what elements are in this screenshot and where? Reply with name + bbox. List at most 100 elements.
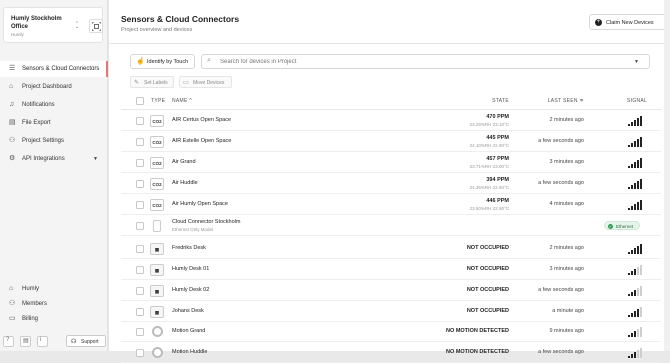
device-search[interactable]: ⌕ ▼ (201, 54, 650, 69)
col-name[interactable]: NAME ^ (172, 98, 192, 104)
device-readings: 24.10%RH 22.90°C (469, 143, 509, 148)
signal-bar (631, 163, 633, 168)
last-seen: a few seconds ago (538, 349, 584, 355)
col-state[interactable]: STATE (492, 98, 509, 104)
device-name[interactable]: Air Humly Open Space (172, 201, 228, 207)
device-name[interactable]: Motion Grand (172, 328, 205, 334)
sidebar-item-api-integrations[interactable]: ⚙ API Integrations ▼ (0, 151, 108, 167)
sidebar-item-members[interactable]: ⚇ Members (0, 296, 108, 312)
signal-bar (628, 293, 630, 296)
row-checkbox[interactable] (136, 221, 144, 230)
device-name[interactable]: Humly Desk 02 (172, 287, 209, 293)
sidebar-item-label: Project Dashboard (22, 83, 72, 90)
scan-qr-button[interactable] (89, 19, 103, 33)
signal-bar (631, 332, 633, 337)
select-all-checkbox[interactable] (136, 97, 144, 105)
row-checkbox[interactable] (136, 158, 144, 167)
device-state: NOT OCCUPIED (466, 287, 509, 293)
row-checkbox[interactable] (136, 116, 144, 125)
last-seen: a few seconds ago (538, 287, 584, 293)
signal-bar (640, 347, 642, 358)
file-icon: ▤ (9, 119, 16, 126)
sidebar-item-project-dashboard[interactable]: ⌂ Project Dashboard (0, 79, 108, 95)
device-name[interactable]: Fredriks Desk (172, 245, 206, 251)
table-row[interactable]: CO2 Air Grand 457 PPM 23.71%RH 23.00°C 3 mi… (121, 152, 661, 173)
desk-sensor-icon: ▦ (150, 284, 164, 297)
main-panel: Sensors & Cloud Connectors Project overv… (108, 0, 670, 363)
table-row[interactable]: ▦ Johans Desk NOT OCCUPIED a minute ago (121, 301, 661, 322)
row-checkbox[interactable] (136, 348, 144, 357)
help-icon[interactable]: ? (3, 335, 14, 347)
device-name[interactable]: Humly Desk 01 (172, 266, 209, 272)
row-checkbox[interactable] (136, 137, 144, 146)
last-seen: 4 minutes ago (549, 201, 584, 207)
table-row[interactable]: CO2 AIR Estelle Open Space 445 PPM 24.10%R… (121, 131, 661, 152)
table-row[interactable]: CO2 Air Humly Open Space 446 PPM 23.60%RH … (121, 194, 661, 215)
row-checkbox[interactable] (136, 179, 144, 188)
row-checkbox[interactable] (136, 286, 144, 295)
device-name[interactable]: Air Grand (172, 159, 196, 165)
col-type[interactable]: TYPE (151, 98, 165, 104)
table-row[interactable]: CO2 AIR Certus Open Space 470 PPM 23.29%RH… (121, 110, 661, 131)
sidebar-item-humly[interactable]: ⌂ Humly (0, 281, 108, 297)
row-checkbox[interactable] (136, 307, 144, 316)
motion-sensor-icon (152, 347, 163, 358)
device-name[interactable]: AIR Estelle Open Space (172, 138, 231, 144)
table-row[interactable]: CO2 Air Huddle 394 PPM 24.35%RH 22.60°C a f… (121, 173, 661, 194)
co2-sensor-icon: CO2 (150, 198, 164, 211)
table-row[interactable]: ▦ Humly Desk 01 NOT OCCUPIED 3 minutes ago (121, 259, 661, 280)
set-labels-button[interactable]: ✎ Set Labels (130, 76, 174, 88)
device-state: 446 PPM (486, 197, 509, 204)
table-row[interactable]: ▦ Fredriks Desk NOT OCCUPIED 2 minutes ago (121, 238, 661, 259)
sidebar-footer: ? ▤ i ☊ Support (3, 334, 106, 348)
table-row[interactable]: ▦ Humly Desk 02 NOT OCCUPIED a few seconds … (121, 280, 661, 301)
project-switcher[interactable]: Humly Stockholm Office Humly ⌃ ⌄ (3, 7, 103, 43)
signal-bar (628, 334, 630, 337)
table-row[interactable]: Motion Huddle NO MOTION DETECTED a few sec… (121, 342, 661, 363)
col-name-label: NAME (172, 98, 188, 104)
search-input[interactable] (220, 59, 620, 65)
device-name[interactable]: Air Huddle (172, 180, 198, 186)
device-name[interactable]: Motion Huddle (172, 349, 207, 355)
signal-bar (634, 351, 636, 358)
sidebar-item-file-export[interactable]: ▤ File Export (0, 115, 108, 131)
headset-icon: ☊ (71, 339, 77, 345)
table-row[interactable]: Cloud Connector Stockholm Ethernet Only … (121, 215, 661, 236)
signal-bar (628, 144, 630, 147)
device-name[interactable]: Johans Desk (172, 308, 204, 314)
row-checkbox[interactable] (136, 200, 144, 209)
chevron-updown-icon: ⌃ ⌄ (75, 21, 80, 30)
device-state: 394 PPM (486, 176, 509, 183)
docs-icon[interactable]: ▤ (20, 335, 31, 347)
support-button[interactable]: ☊ Support (66, 335, 106, 347)
row-checkbox[interactable] (136, 244, 144, 253)
claim-new-devices-button[interactable]: + Claim New Devices (589, 14, 666, 30)
signal-strength-icon (628, 243, 642, 254)
table-row[interactable]: Motion Grand NO MOTION DETECTED 9 minutes … (121, 321, 661, 342)
row-checkbox[interactable] (136, 327, 144, 336)
device-readings: 23.71%RH 23.00°C (469, 164, 509, 169)
cloud-connector-icon (153, 219, 161, 232)
project-name: Humly Stockholm Office (11, 16, 62, 30)
sidebar-item-project-settings[interactable]: ⚇ Project Settings (0, 133, 108, 149)
sidebar-item-notifications[interactable]: ♫ Notifications (0, 97, 108, 113)
sidebar-item-sensors-cloud-connectors[interactable]: ☰ Sensors & Cloud Connectors (0, 61, 108, 77)
scrollbar[interactable] (664, 0, 670, 351)
signal-bar (637, 328, 639, 337)
signal-bar (637, 308, 639, 317)
touch-icon: ☝ (136, 58, 145, 65)
col-last-seen[interactable]: LAST SEEN ≑ (548, 98, 584, 104)
info-icon[interactable]: i (37, 335, 48, 347)
device-name[interactable]: Cloud Connector Stockholm (172, 219, 240, 225)
row-checkbox[interactable] (136, 265, 144, 274)
check-icon: ✓ (608, 223, 613, 229)
page-subtitle: Project overview and devices (121, 27, 193, 33)
co2-sensor-icon: CO2 (150, 114, 164, 127)
move-devices-button[interactable]: ▭ Move Devices (179, 76, 232, 88)
identify-by-touch-button[interactable]: ☝ Identify by Touch (130, 54, 195, 69)
chevron-down-icon[interactable]: ▼ (634, 59, 639, 65)
col-signal[interactable]: SIGNAL (627, 98, 647, 104)
device-name[interactable]: AIR Certus Open Space (172, 117, 231, 123)
signal-strength-icon (628, 326, 642, 337)
sidebar-item-billing[interactable]: ▭ Billing (0, 311, 108, 327)
